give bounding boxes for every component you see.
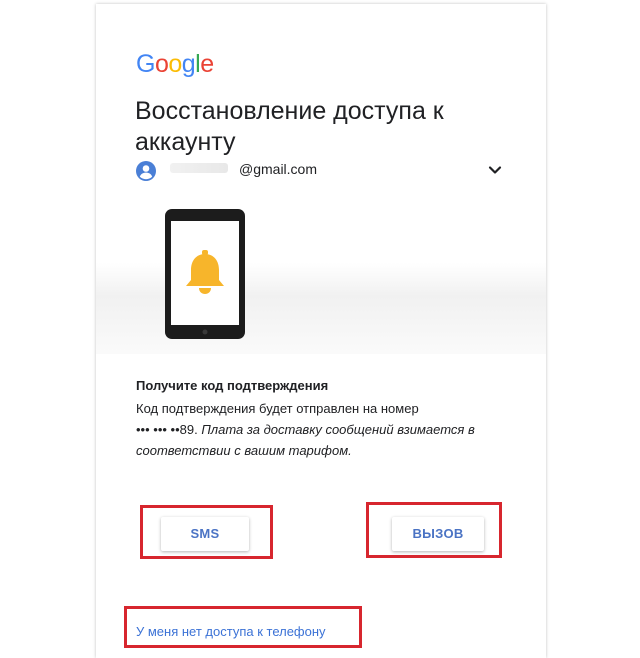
- no-phone-access-link[interactable]: У меня нет доступа к телефону: [136, 624, 326, 639]
- account-circle-icon: [136, 161, 156, 181]
- call-button[interactable]: ВЫЗОВ: [392, 517, 484, 551]
- chevron-down-icon[interactable]: [486, 161, 504, 179]
- logo-letter: o: [168, 50, 182, 78]
- section-heading: Получите код подтверждения: [136, 378, 329, 393]
- sms-button[interactable]: SMS: [161, 517, 249, 551]
- email-address: @gmail.com: [239, 161, 318, 177]
- page-title: Восстановление доступа к аккаунту: [135, 97, 444, 156]
- masked-username: [170, 163, 228, 173]
- masked-phone-number: ••• ••• ••89.: [136, 422, 198, 437]
- phone-bell-icon: [165, 209, 245, 339]
- phone-illustration: [96, 202, 546, 354]
- recovery-card: Google Восстановление доступа к аккаунту…: [96, 4, 546, 658]
- logo-letter: g: [181, 50, 196, 78]
- logo-letter: o: [154, 50, 169, 78]
- logo-letter: G: [136, 50, 155, 78]
- section-description: Код подтверждения будет отправлен на ном…: [136, 398, 506, 461]
- description-line: Код подтверждения будет отправлен на ном…: [136, 401, 419, 416]
- account-chooser[interactable]: @gmail.com: [136, 157, 506, 187]
- google-logo: Google: [136, 50, 214, 79]
- logo-letter: e: [200, 50, 214, 78]
